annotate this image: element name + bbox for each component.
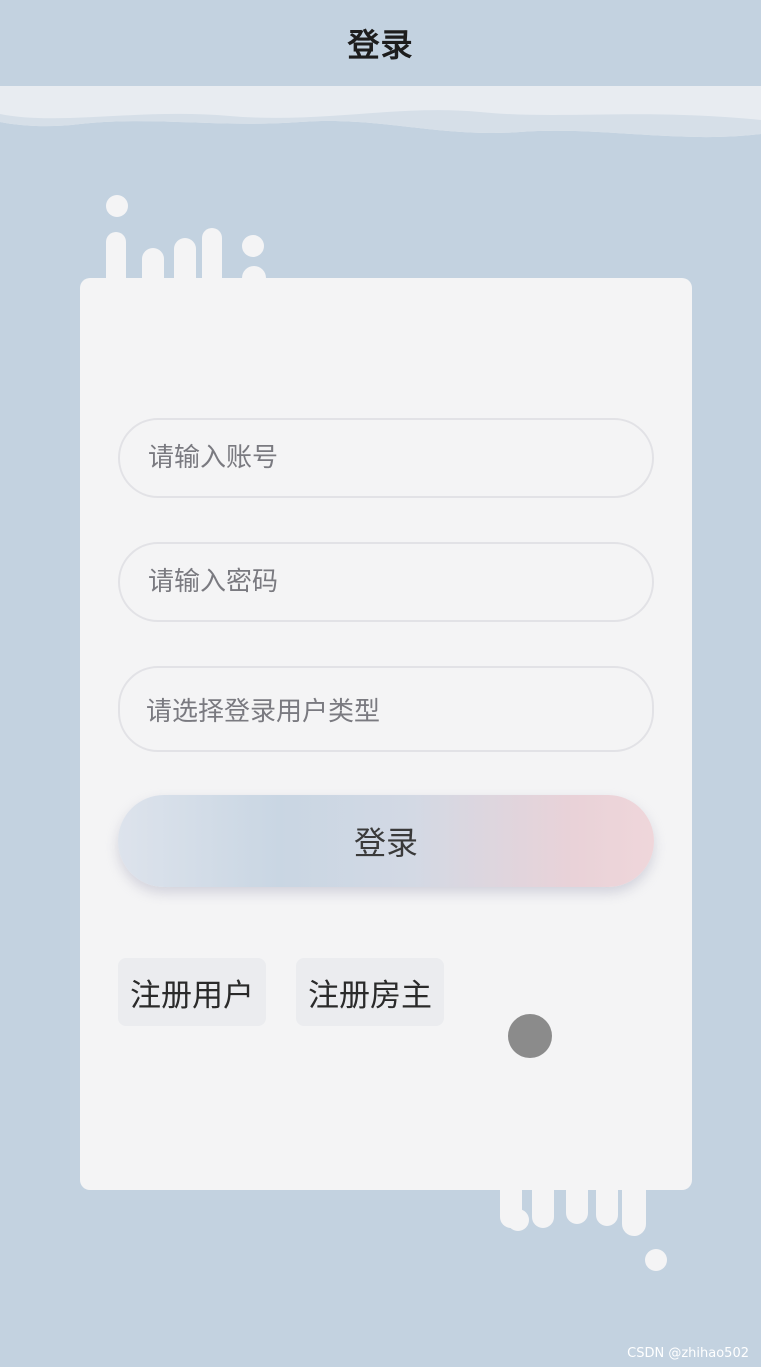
bottom-drip-decoration [485, 1115, 667, 1271]
account-field[interactable] [118, 418, 654, 498]
login-button[interactable]: 登录 [118, 795, 654, 887]
account-input[interactable] [146, 442, 652, 474]
user-type-placeholder: 请选择登录用户类型 [146, 696, 381, 727]
register-user-button[interactable]: 注册用户 [118, 958, 266, 1026]
user-type-select[interactable]: 请选择登录用户类型 [118, 666, 654, 752]
title-bar: 登录 [0, 0, 761, 86]
page-title: 登录 [347, 26, 414, 64]
login-card: 请选择登录用户类型 登录 注册用户 注册房主 [80, 278, 692, 1190]
wave-decoration [0, 86, 761, 166]
register-owner-button[interactable]: 注册房主 [296, 958, 444, 1026]
cursor-dot [508, 1014, 552, 1058]
watermark: CSDN @zhihao502 [627, 1346, 749, 1361]
password-input[interactable] [146, 566, 652, 598]
password-field[interactable] [118, 542, 654, 622]
